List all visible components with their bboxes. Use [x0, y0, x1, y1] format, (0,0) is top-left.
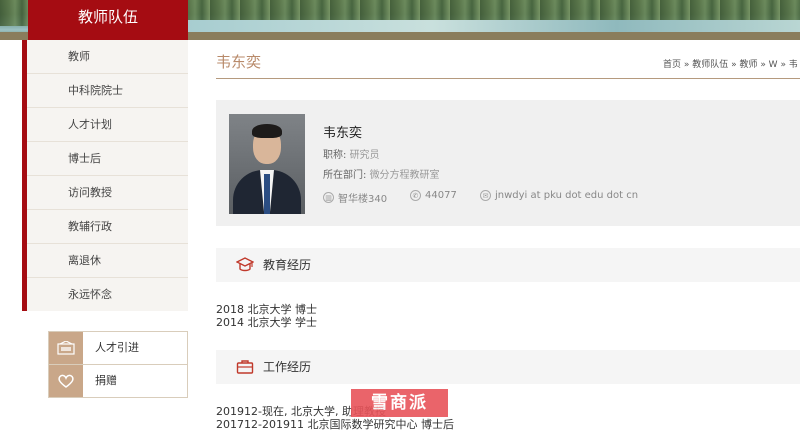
graduation-cap-icon: [236, 257, 254, 272]
education-list: 2018 北京大学 博士 2014 北京大学 学士: [216, 303, 317, 329]
work-heading: 工作经历: [263, 360, 312, 374]
sidebar-item-in-memoriam[interactable]: 永远怀念: [27, 278, 188, 312]
sidebar-title: 教师队伍: [28, 0, 188, 40]
profile-office-value: 智华楼340: [338, 194, 388, 205]
profile-email: ✉ jnwdyi at pku dot edu dot cn: [480, 190, 638, 201]
profile-title-label: 职称:: [323, 150, 347, 161]
page-title: 韦东奕: [216, 53, 262, 71]
profile-name: 韦东奕: [323, 126, 363, 141]
sidebar-item-retired[interactable]: 离退休: [27, 244, 188, 278]
briefcase-icon: [236, 360, 254, 374]
work-item: 201712-201911 北京国际数学研究中心 博士后: [216, 418, 454, 431]
profile-title-row: 职称: 研究员: [323, 146, 380, 161]
building-icon: ▥: [323, 192, 334, 203]
talent-recruitment-label: 人才引进: [95, 341, 139, 354]
banner-lake: [188, 20, 800, 32]
watermark: 雪商派: [351, 389, 448, 417]
profile-phone: ✆ 44077: [410, 190, 457, 201]
profile-card: 韦东奕 职称: 研究员 所在部门: 微分方程教研室 ▥ 智华楼340 ✆ 440…: [216, 100, 800, 226]
sidebar-item-teachers[interactable]: 教师: [27, 40, 188, 74]
talent-recruitment-link[interactable]: 人才引进: [48, 331, 188, 365]
breadcrumb[interactable]: 首页 » 教师队伍 » 教师 » W » 韦: [663, 57, 798, 70]
profile-phone-value: 44077: [425, 190, 457, 201]
education-section-header: 教育经历: [216, 248, 800, 282]
heart-icon: [49, 365, 83, 397]
profile-email-value: jnwdyi at pku dot edu dot cn: [495, 190, 639, 201]
donation-label: 捐赠: [95, 374, 117, 387]
sidebar-item-admin-staff[interactable]: 教辅行政: [27, 210, 188, 244]
sidebar-menu: 教师 中科院院士 人才计划 博士后 访问教授 教辅行政 离退休 永远怀念: [22, 40, 188, 311]
sidebar-item-visiting-professors[interactable]: 访问教授: [27, 176, 188, 210]
sidebar-item-talent-programs[interactable]: 人才计划: [27, 108, 188, 142]
education-heading: 教育经历: [263, 258, 312, 272]
profile-dept-label: 所在部门:: [323, 170, 367, 181]
education-item: 2014 北京大学 学士: [216, 316, 317, 329]
donation-link[interactable]: 捐赠: [48, 364, 188, 398]
profile-dept-value: 微分方程教研室: [369, 170, 440, 181]
education-item: 2018 北京大学 博士: [216, 303, 317, 316]
work-section-header: 工作经历: [216, 350, 800, 384]
profile-dept-row: 所在部门: 微分方程教研室: [323, 166, 440, 181]
sidebar-item-postdocs[interactable]: 博士后: [27, 142, 188, 176]
title-divider: [216, 78, 800, 79]
sidebar-item-academicians[interactable]: 中科院院士: [27, 74, 188, 108]
profile-photo: [229, 114, 305, 214]
phone-icon: ✆: [410, 190, 421, 201]
profile-title-value: 研究员: [349, 150, 380, 161]
job-board-icon: [49, 332, 83, 364]
mail-icon: ✉: [480, 190, 491, 201]
profile-office: ▥ 智华楼340: [323, 190, 387, 205]
